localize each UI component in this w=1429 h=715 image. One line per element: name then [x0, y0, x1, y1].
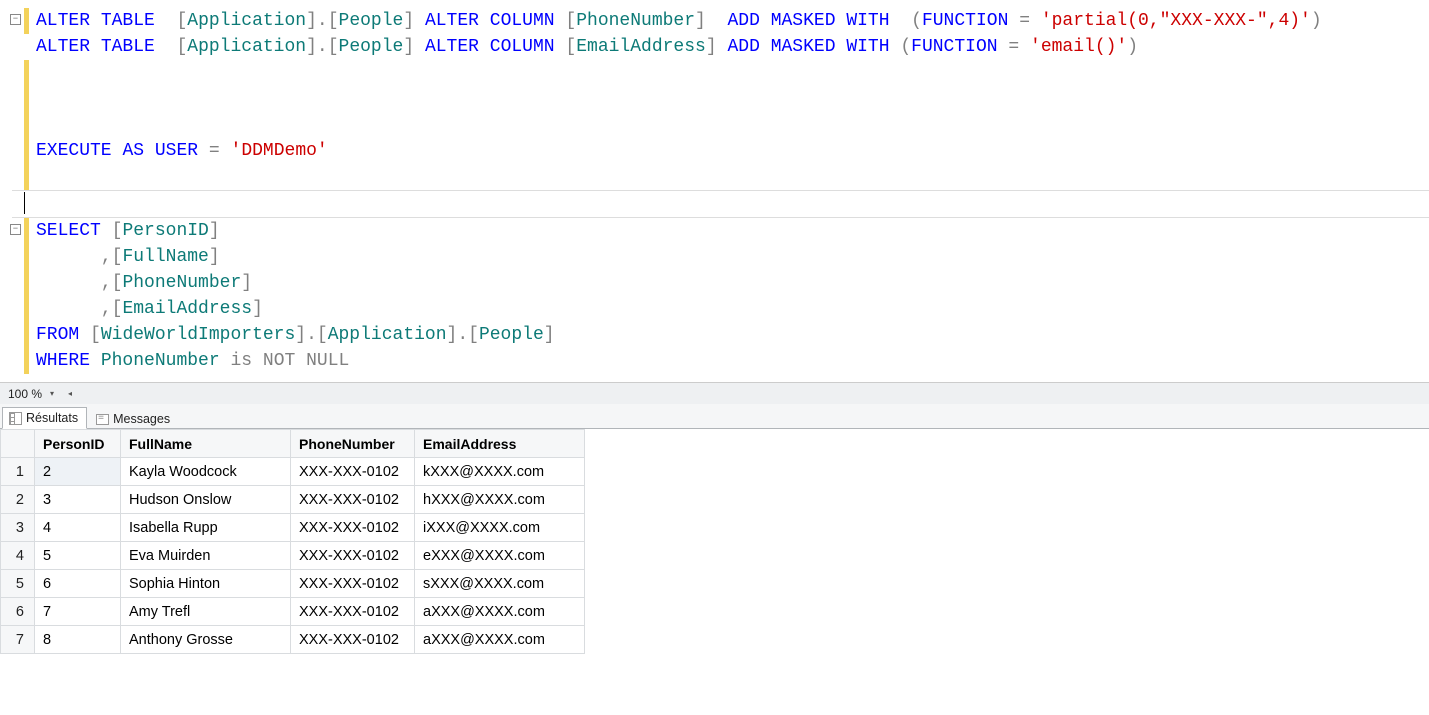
- code-line[interactable]: EXECUTE AS USER = 'DDMDemo': [24, 138, 1429, 164]
- results-grid-icon: [9, 412, 22, 425]
- cell[interactable]: XXX-XXX-0102: [291, 514, 415, 542]
- cell[interactable]: 3: [35, 486, 121, 514]
- code-line[interactable]: [24, 86, 1429, 112]
- tab-messages-label: Messages: [113, 412, 170, 426]
- code-line[interactable]: ALTER TABLE [Application].[People] ALTER…: [24, 34, 1429, 60]
- code-line[interactable]: [24, 164, 1429, 190]
- cell[interactable]: aXXX@XXXX.com: [415, 626, 585, 654]
- row-number[interactable]: 5: [1, 570, 35, 598]
- table-row[interactable]: 56Sophia HintonXXX-XXX-0102sXXX@XXXX.com: [1, 570, 585, 598]
- tab-results-label: Résultats: [26, 411, 78, 425]
- tab-messages[interactable]: Messages: [89, 408, 179, 429]
- column-header[interactable]: EmailAddress: [415, 430, 585, 458]
- cell[interactable]: XXX-XXX-0102: [291, 598, 415, 626]
- cell[interactable]: 6: [35, 570, 121, 598]
- cell[interactable]: 2: [35, 458, 121, 486]
- row-number[interactable]: 3: [1, 514, 35, 542]
- code-line[interactable]: [24, 112, 1429, 138]
- row-header-blank: [1, 430, 35, 458]
- messages-icon: [96, 414, 109, 425]
- row-number[interactable]: 2: [1, 486, 35, 514]
- code-line[interactable]: ,[EmailAddress]: [24, 296, 1429, 322]
- tab-results[interactable]: Résultats: [2, 407, 87, 429]
- row-number[interactable]: 1: [1, 458, 35, 486]
- text-cursor: [24, 192, 25, 214]
- zoom-dropdown-icon[interactable]: ▾: [46, 388, 58, 400]
- cell[interactable]: Eva Muirden: [121, 542, 291, 570]
- code-line[interactable]: [12, 190, 1429, 218]
- change-indicator: [24, 218, 29, 374]
- cell[interactable]: XXX-XXX-0102: [291, 486, 415, 514]
- cell[interactable]: 4: [35, 514, 121, 542]
- scroll-left-icon[interactable]: ◂: [64, 388, 76, 400]
- code-line[interactable]: ,[FullName]: [24, 244, 1429, 270]
- code-area[interactable]: ALTER TABLE [Application].[People] ALTER…: [24, 0, 1429, 382]
- cell[interactable]: Amy Trefl: [121, 598, 291, 626]
- cell[interactable]: XXX-XXX-0102: [291, 458, 415, 486]
- cell[interactable]: XXX-XXX-0102: [291, 626, 415, 654]
- code-line[interactable]: SELECT [PersonID]: [24, 218, 1429, 244]
- cell[interactable]: XXX-XXX-0102: [291, 542, 415, 570]
- cell[interactable]: XXX-XXX-0102: [291, 570, 415, 598]
- code-line[interactable]: FROM [WideWorldImporters].[Application].…: [24, 322, 1429, 348]
- code-line[interactable]: WHERE PhoneNumber is NOT NULL: [24, 348, 1429, 374]
- table-row[interactable]: 78Anthony GrosseXXX-XXX-0102aXXX@XXXX.co…: [1, 626, 585, 654]
- code-line[interactable]: ,[PhoneNumber]: [24, 270, 1429, 296]
- column-header[interactable]: PersonID: [35, 430, 121, 458]
- cell[interactable]: 5: [35, 542, 121, 570]
- code-line[interactable]: [24, 60, 1429, 86]
- collapse-region-icon[interactable]: [10, 224, 21, 235]
- results-table[interactable]: PersonIDFullNamePhoneNumberEmailAddress1…: [0, 429, 585, 654]
- table-row[interactable]: 45Eva MuirdenXXX-XXX-0102eXXX@XXXX.com: [1, 542, 585, 570]
- cell[interactable]: eXXX@XXXX.com: [415, 542, 585, 570]
- column-header[interactable]: PhoneNumber: [291, 430, 415, 458]
- results-pane: PersonIDFullNamePhoneNumberEmailAddress1…: [0, 429, 1429, 654]
- row-number[interactable]: 7: [1, 626, 35, 654]
- results-tabs: Résultats Messages: [0, 404, 1429, 429]
- cell[interactable]: Isabella Rupp: [121, 514, 291, 542]
- sql-editor[interactable]: ALTER TABLE [Application].[People] ALTER…: [0, 0, 1429, 382]
- column-header[interactable]: FullName: [121, 430, 291, 458]
- cell[interactable]: 7: [35, 598, 121, 626]
- cell[interactable]: sXXX@XXXX.com: [415, 570, 585, 598]
- code-line[interactable]: ALTER TABLE [Application].[People] ALTER…: [24, 8, 1429, 34]
- row-number[interactable]: 4: [1, 542, 35, 570]
- cell[interactable]: Kayla Woodcock: [121, 458, 291, 486]
- cell[interactable]: Hudson Onslow: [121, 486, 291, 514]
- row-number[interactable]: 6: [1, 598, 35, 626]
- cell[interactable]: 8: [35, 626, 121, 654]
- table-row[interactable]: 34Isabella RuppXXX-XXX-0102iXXX@XXXX.com: [1, 514, 585, 542]
- cell[interactable]: kXXX@XXXX.com: [415, 458, 585, 486]
- cell[interactable]: iXXX@XXXX.com: [415, 514, 585, 542]
- table-row[interactable]: 67Amy TreflXXX-XXX-0102aXXX@XXXX.com: [1, 598, 585, 626]
- cell[interactable]: Sophia Hinton: [121, 570, 291, 598]
- collapse-region-icon[interactable]: [10, 14, 21, 25]
- table-row[interactable]: 23Hudson OnslowXXX-XXX-0102hXXX@XXXX.com: [1, 486, 585, 514]
- change-indicator: [24, 60, 29, 190]
- cell[interactable]: Anthony Grosse: [121, 626, 291, 654]
- cell[interactable]: hXXX@XXXX.com: [415, 486, 585, 514]
- cell[interactable]: aXXX@XXXX.com: [415, 598, 585, 626]
- table-row[interactable]: 12Kayla WoodcockXXX-XXX-0102kXXX@XXXX.co…: [1, 458, 585, 486]
- zoom-level: 100 %: [4, 387, 46, 401]
- change-indicator: [24, 8, 29, 34]
- zoom-bar: 100 % ▾ ◂: [0, 382, 1429, 404]
